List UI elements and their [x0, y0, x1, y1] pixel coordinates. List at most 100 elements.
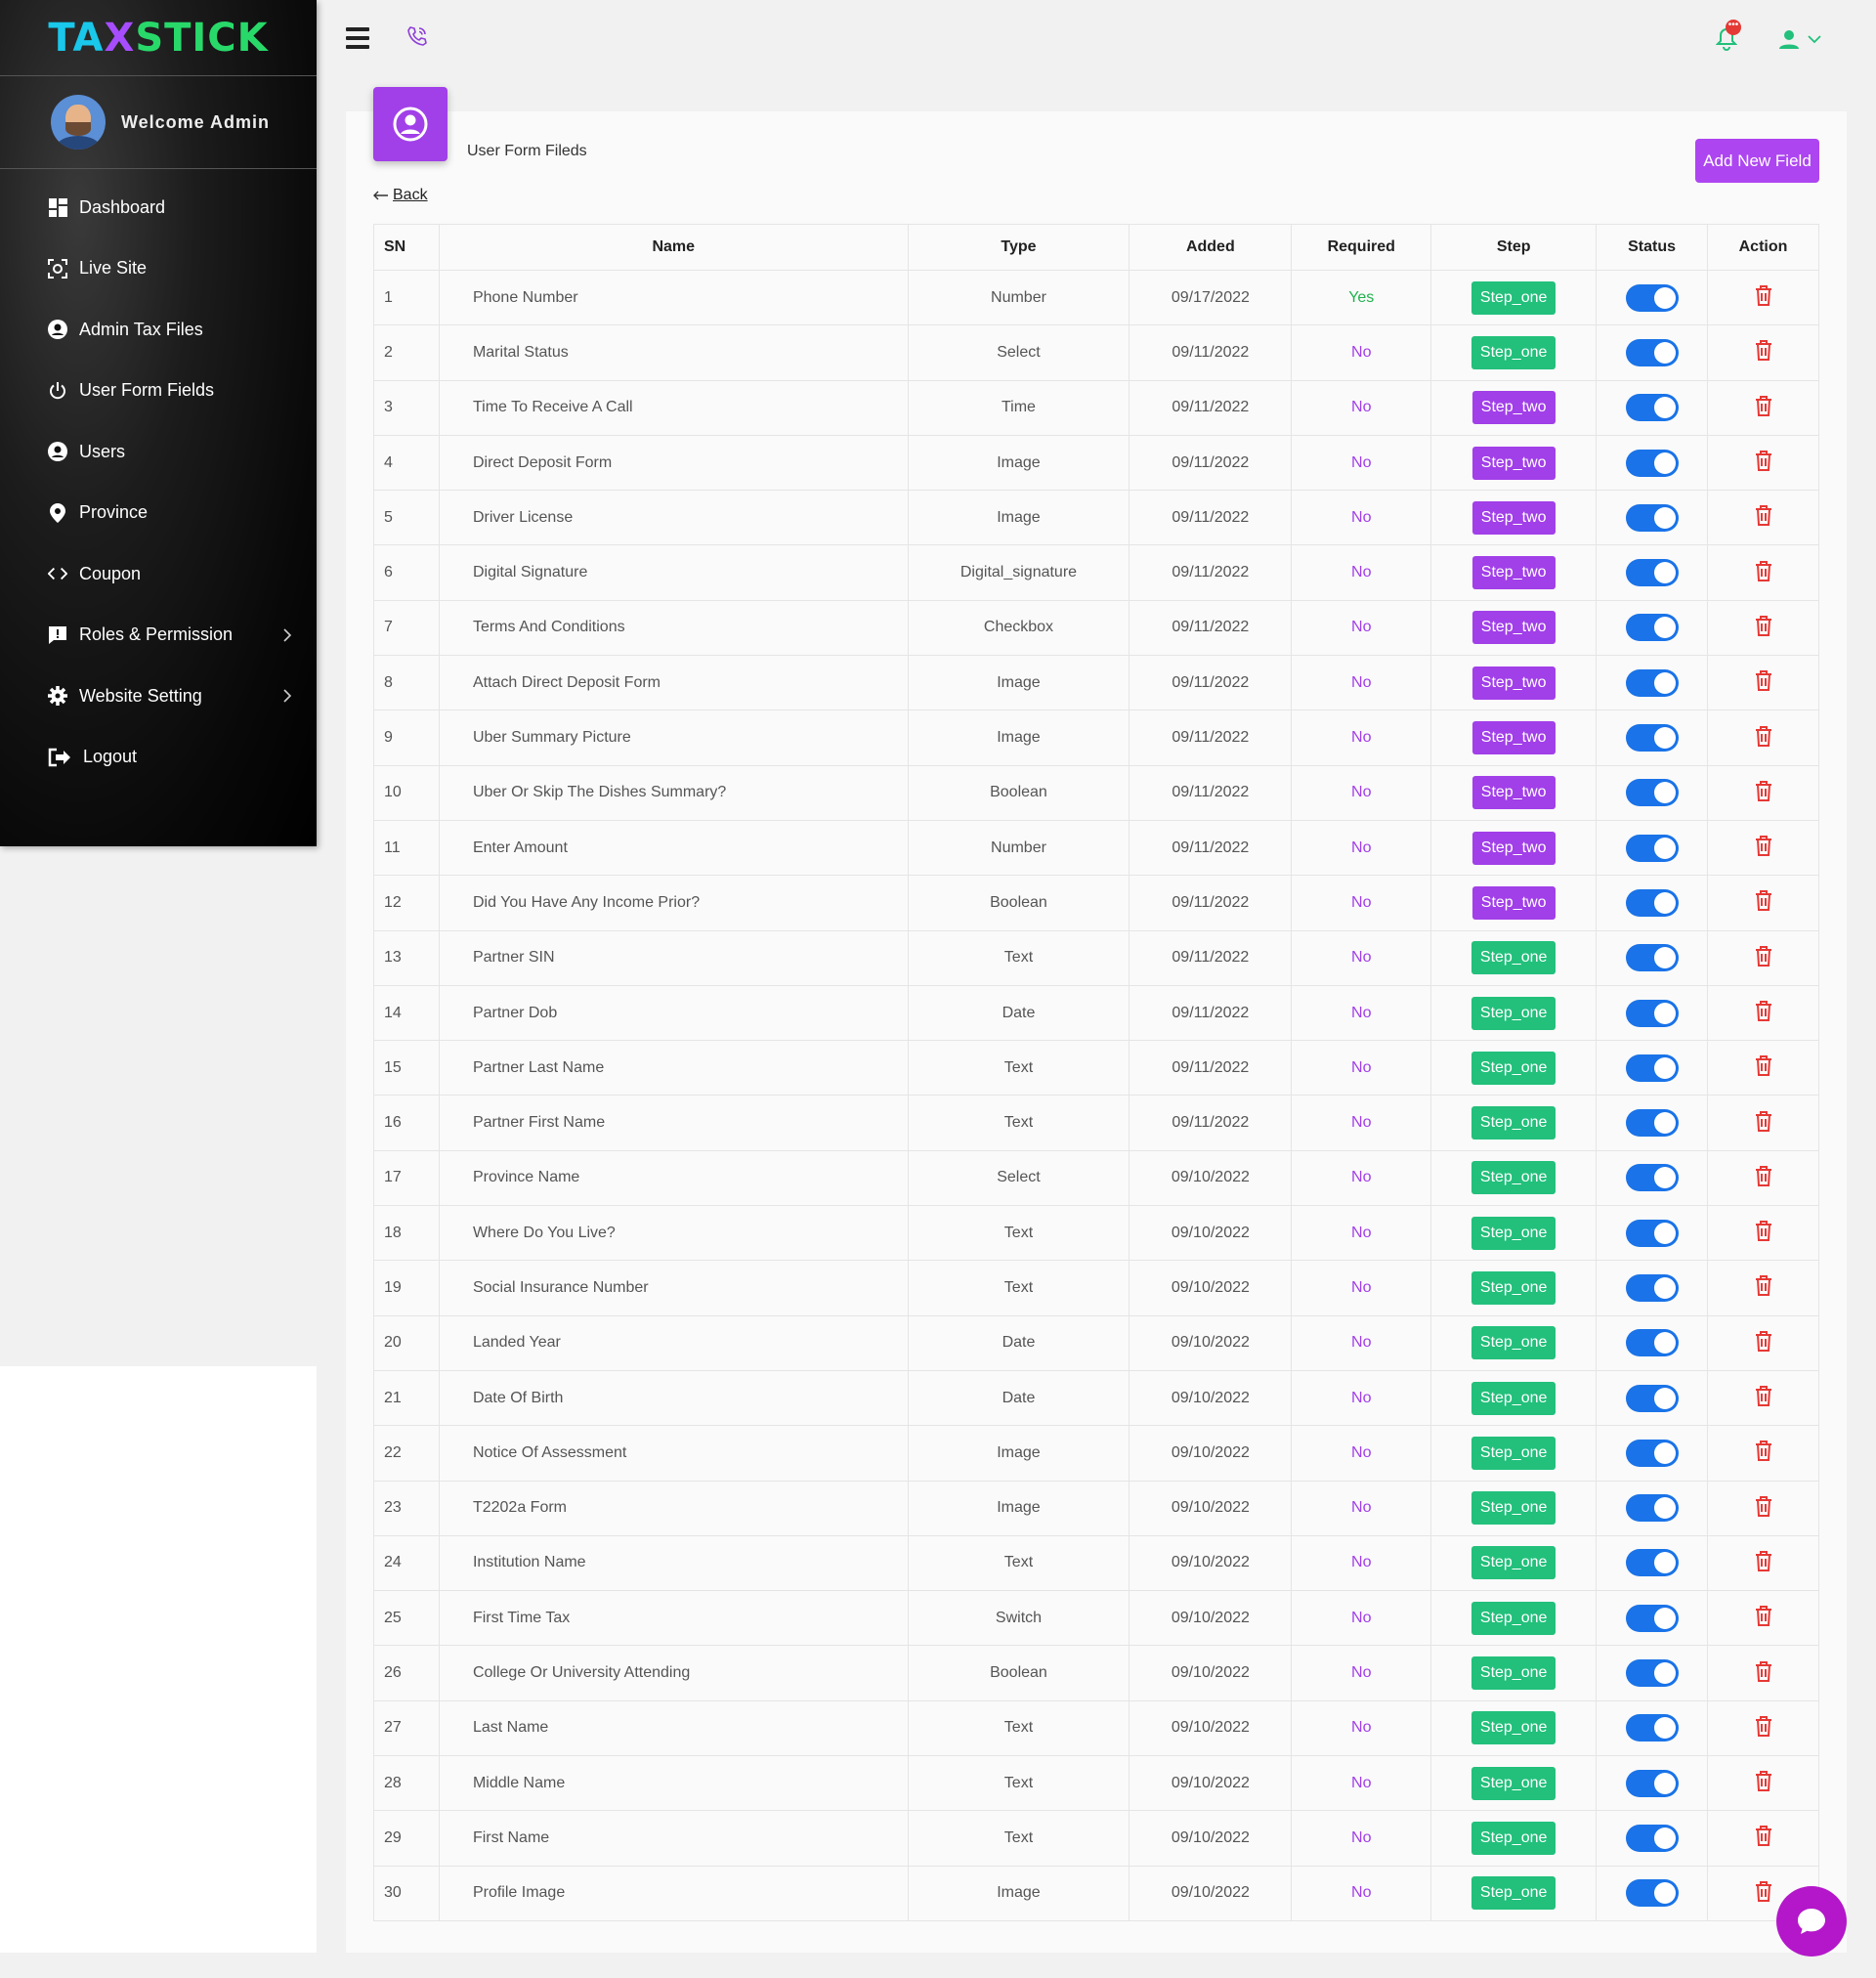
chat-widget-button[interactable]: [1776, 1886, 1847, 1956]
delete-icon[interactable]: [1754, 285, 1773, 310]
delete-icon[interactable]: [1754, 395, 1773, 420]
delete-icon[interactable]: [1754, 1771, 1773, 1795]
delete-icon[interactable]: [1754, 725, 1773, 751]
status-toggle[interactable]: [1625, 559, 1679, 587]
column-header-sn[interactable]: SN: [373, 224, 440, 271]
status-toggle[interactable]: [1625, 1439, 1679, 1467]
delete-icon[interactable]: [1754, 780, 1773, 805]
cell-action: [1707, 1040, 1819, 1096]
user-menu[interactable]: [1778, 29, 1821, 49]
delete-icon[interactable]: [1754, 1440, 1773, 1465]
status-toggle[interactable]: [1625, 1824, 1679, 1852]
cell-sn: 15: [373, 1040, 440, 1096]
status-toggle[interactable]: [1625, 449, 1679, 477]
delete-icon[interactable]: [1754, 615, 1773, 640]
menu-toggle-icon[interactable]: [346, 27, 369, 54]
status-toggle[interactable]: [1625, 1604, 1679, 1632]
status-toggle[interactable]: [1625, 1109, 1679, 1138]
delete-icon[interactable]: [1754, 1055, 1773, 1080]
table-row: 21 Date Of Birth Date 09/10/2022 No Step_one: [373, 1369, 1819, 1427]
delete-icon[interactable]: [1754, 836, 1773, 860]
delete-icon[interactable]: [1754, 1221, 1773, 1245]
status-toggle[interactable]: [1625, 614, 1679, 642]
cell-type: Date: [907, 1369, 1130, 1427]
status-toggle[interactable]: [1625, 394, 1679, 422]
delete-icon[interactable]: [1754, 945, 1773, 970]
status-toggle[interactable]: [1625, 724, 1679, 752]
cell-action: [1707, 599, 1819, 657]
status-toggle[interactable]: [1625, 944, 1679, 972]
sidebar-item-user-form-fields[interactable]: User Form Fields: [0, 361, 317, 422]
cell-step: Step_one: [1430, 1040, 1598, 1096]
sidebar-item-province[interactable]: Province: [0, 483, 317, 544]
status-toggle[interactable]: [1625, 1164, 1679, 1192]
status-toggle[interactable]: [1625, 1659, 1679, 1688]
cell-step: Step_one: [1430, 984, 1598, 1042]
delete-icon[interactable]: [1754, 1826, 1773, 1850]
status-toggle[interactable]: [1625, 1769, 1679, 1797]
status-toggle[interactable]: [1625, 1219, 1679, 1247]
status-toggle[interactable]: [1625, 503, 1679, 532]
status-toggle[interactable]: [1625, 888, 1679, 917]
status-toggle[interactable]: [1625, 338, 1679, 366]
back-link[interactable]: Back: [373, 187, 428, 204]
cell-type: Text: [907, 1810, 1130, 1867]
status-toggle[interactable]: [1625, 283, 1679, 312]
status-toggle[interactable]: [1625, 1714, 1679, 1742]
cell-sn: 16: [373, 1095, 440, 1151]
column-header-type[interactable]: Type: [907, 224, 1130, 271]
status-toggle[interactable]: [1625, 1329, 1679, 1357]
sidebar-item-coupon[interactable]: Coupon: [0, 543, 317, 605]
delete-icon[interactable]: [1754, 1330, 1773, 1355]
delete-icon[interactable]: [1754, 1715, 1773, 1741]
column-header-required[interactable]: Required: [1291, 224, 1432, 271]
delete-icon[interactable]: [1754, 1495, 1773, 1521]
cell-action: [1707, 1699, 1819, 1757]
status-toggle[interactable]: [1625, 1054, 1679, 1082]
sidebar-item-admin-tax-files[interactable]: Admin Tax Files: [0, 299, 317, 361]
column-header-added[interactable]: Added: [1129, 224, 1293, 271]
status-toggle[interactable]: [1625, 834, 1679, 862]
column-header-action[interactable]: Action: [1707, 224, 1819, 271]
status-toggle[interactable]: [1625, 1549, 1679, 1577]
delete-icon[interactable]: [1754, 1880, 1773, 1906]
sidebar-item-users[interactable]: Users: [0, 421, 317, 483]
add-new-field-button[interactable]: Add New Field: [1695, 139, 1819, 183]
cell-type: Boolean: [907, 875, 1130, 931]
delete-icon[interactable]: [1754, 890, 1773, 915]
delete-icon[interactable]: [1754, 1001, 1773, 1025]
delete-icon[interactable]: [1754, 560, 1773, 585]
delete-icon[interactable]: [1754, 1550, 1773, 1575]
sidebar-item-dashboard[interactable]: Dashboard: [0, 177, 317, 238]
status-toggle[interactable]: [1625, 668, 1679, 697]
status-toggle[interactable]: [1625, 999, 1679, 1027]
status-toggle[interactable]: [1625, 1384, 1679, 1412]
delete-icon[interactable]: [1754, 1386, 1773, 1410]
column-header-name[interactable]: Name: [438, 224, 909, 271]
column-header-status[interactable]: Status: [1596, 224, 1709, 271]
status-toggle[interactable]: [1625, 779, 1679, 807]
status-toggle[interactable]: [1625, 1273, 1679, 1302]
step-badge: Step_two: [1471, 885, 1556, 920]
taxstick-logo[interactable]: TAXSTICK: [48, 16, 268, 61]
status-toggle[interactable]: [1625, 1494, 1679, 1523]
delete-icon[interactable]: [1754, 1165, 1773, 1190]
delete-icon[interactable]: [1754, 1606, 1773, 1630]
sidebar-item-label: Users: [79, 441, 126, 461]
delete-icon[interactable]: [1754, 451, 1773, 475]
delete-icon[interactable]: [1754, 505, 1773, 530]
column-header-step[interactable]: Step: [1430, 224, 1598, 271]
delete-icon[interactable]: [1754, 1660, 1773, 1686]
phone-icon[interactable]: [406, 25, 428, 52]
delete-icon[interactable]: [1754, 670, 1773, 695]
status-toggle[interactable]: [1625, 1879, 1679, 1908]
delete-icon[interactable]: [1754, 340, 1773, 365]
notification-bell[interactable]: •••: [1715, 20, 1741, 56]
sidebar-item-website-setting[interactable]: Website Setting: [0, 666, 317, 727]
step-badge: Step_two: [1471, 556, 1556, 590]
sidebar-item-roles-permission[interactable]: Roles & Permission: [0, 605, 317, 666]
sidebar-item-live-site[interactable]: Live Site: [0, 238, 317, 300]
delete-icon[interactable]: [1754, 1110, 1773, 1136]
delete-icon[interactable]: [1754, 1275, 1773, 1300]
sidebar-item-logout[interactable]: Logout: [0, 727, 317, 789]
